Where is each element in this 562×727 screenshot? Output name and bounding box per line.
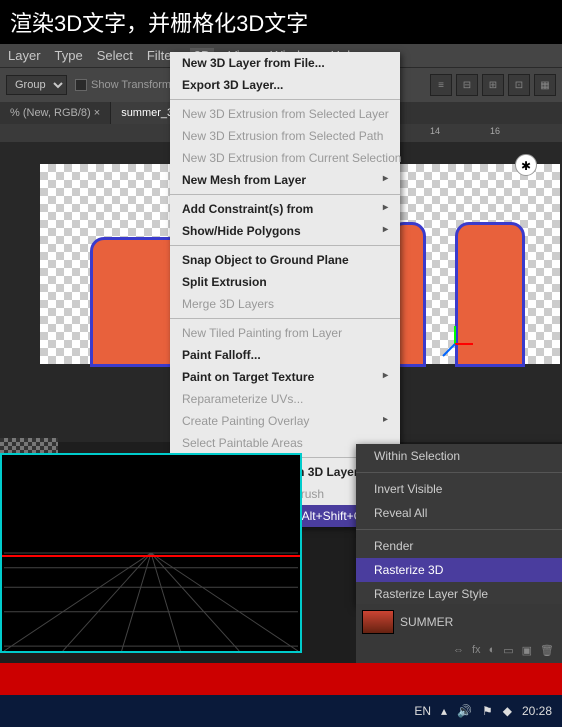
close-icon[interactable]: × bbox=[94, 107, 100, 119]
separator bbox=[170, 194, 400, 195]
ctx-rasterize-3d[interactable]: Rasterize 3D bbox=[356, 558, 562, 582]
menu-select[interactable]: Select bbox=[97, 48, 133, 63]
info-icon[interactable]: ✱ bbox=[515, 154, 537, 176]
context-menu: Within Selection Invert Visible Reveal A… bbox=[356, 444, 562, 606]
align-icon[interactable]: ⊡ bbox=[508, 74, 530, 96]
menu-merge-3d: Merge 3D Layers bbox=[170, 293, 400, 315]
menu-ext-selection: New 3D Extrusion from Current Selection bbox=[170, 147, 400, 169]
menu-ext-path: New 3D Extrusion from Selected Path bbox=[170, 125, 400, 147]
layer-row[interactable]: SUMMER bbox=[356, 604, 562, 640]
tray-icon[interactable]: ⚑ bbox=[482, 704, 493, 718]
ruler-tick: 14 bbox=[430, 126, 440, 136]
ruler-tick: 16 bbox=[490, 126, 500, 136]
layer-panel-buttons: ⇔ fx ◐ ▭ ▣ 🗑 bbox=[356, 640, 562, 661]
separator bbox=[170, 245, 400, 246]
windows-taskbar: EN ▴ 🔊 ⚑ ◆ 20:28 bbox=[0, 695, 562, 727]
align-icon[interactable]: ≡ bbox=[430, 74, 452, 96]
layers-panel: SUMMER ⇔ fx ◐ ▭ ▣ 🗑 bbox=[356, 604, 562, 664]
tutorial-title: 渲染3D文字，并栅格化3D文字 bbox=[0, 0, 562, 44]
tab-doc1[interactable]: % (New, RGB/8) × bbox=[0, 102, 111, 124]
clock[interactable]: 20:28 bbox=[522, 704, 552, 718]
lang-indicator[interactable]: EN bbox=[414, 704, 431, 718]
trash-icon[interactable]: 🗑 bbox=[540, 644, 554, 657]
ctx-reveal-all[interactable]: Reveal All bbox=[356, 501, 562, 525]
tray-icon[interactable]: ◆ bbox=[503, 704, 512, 718]
menu-ext-layer: New 3D Extrusion from Selected Layer bbox=[170, 103, 400, 125]
link-icon[interactable]: ⇔ bbox=[453, 644, 464, 657]
separator bbox=[356, 472, 562, 473]
menu-tiled-painting: New Tiled Painting from Layer bbox=[170, 322, 400, 344]
separator bbox=[170, 99, 400, 100]
perspective-grid-icon bbox=[2, 455, 300, 651]
fx-icon[interactable]: fx bbox=[472, 644, 481, 657]
ctx-rasterize-layer-style[interactable]: Rasterize Layer Style bbox=[356, 582, 562, 606]
3d-gizmo-icon[interactable] bbox=[435, 324, 475, 364]
menu-painting-overlay: Create Painting Overlay bbox=[170, 410, 400, 432]
ctx-within-selection[interactable]: Within Selection bbox=[356, 444, 562, 468]
layer-thumbnail-icon bbox=[362, 610, 394, 634]
menu-layer[interactable]: Layer bbox=[8, 48, 41, 63]
taskbar-red-band bbox=[0, 663, 562, 695]
menu-export-3d-layer[interactable]: Export 3D Layer... bbox=[170, 74, 400, 96]
volume-icon[interactable]: 🔊 bbox=[457, 704, 472, 718]
ctx-invert-visible[interactable]: Invert Visible bbox=[356, 477, 562, 501]
menu-split-extrusion[interactable]: Split Extrusion bbox=[170, 271, 400, 293]
transform-mode-select[interactable]: Group bbox=[6, 75, 67, 95]
align-toolbar: ≡ ⊟ ⊞ ⊡ ▦ bbox=[430, 74, 556, 96]
menu-paint-target-texture[interactable]: Paint on Target Texture bbox=[170, 366, 400, 388]
folder-icon[interactable]: ▭ bbox=[503, 644, 513, 657]
new-layer-icon[interactable]: ▣ bbox=[522, 644, 532, 657]
align-icon[interactable]: ⊞ bbox=[482, 74, 504, 96]
separator bbox=[170, 318, 400, 319]
menu-paint-falloff[interactable]: Paint Falloff... bbox=[170, 344, 400, 366]
ctx-render[interactable]: Render bbox=[356, 534, 562, 558]
separator bbox=[356, 529, 562, 530]
menu-type[interactable]: Type bbox=[55, 48, 83, 63]
menu-new-3d-layer[interactable]: New 3D Layer from File... bbox=[170, 52, 400, 74]
menu-reparam-uvs: Reparameterize UVs... bbox=[170, 388, 400, 410]
layer-name: SUMMER bbox=[400, 615, 453, 629]
menu-snap-ground[interactable]: Snap Object to Ground Plane bbox=[170, 249, 400, 271]
ground-plane-view[interactable] bbox=[0, 453, 302, 653]
menu-add-constraints[interactable]: Add Constraint(s) from bbox=[170, 198, 400, 220]
checkbox-icon bbox=[75, 79, 87, 91]
mode-icon[interactable]: ▦ bbox=[534, 74, 556, 96]
tray-up-icon[interactable]: ▴ bbox=[441, 704, 447, 718]
menu-show-hide-polygons[interactable]: Show/Hide Polygons bbox=[170, 220, 400, 242]
horizon-line bbox=[2, 555, 300, 557]
align-icon[interactable]: ⊟ bbox=[456, 74, 478, 96]
menu-new-mesh[interactable]: New Mesh from Layer bbox=[170, 169, 400, 191]
mask-icon[interactable]: ◐ bbox=[489, 644, 496, 657]
